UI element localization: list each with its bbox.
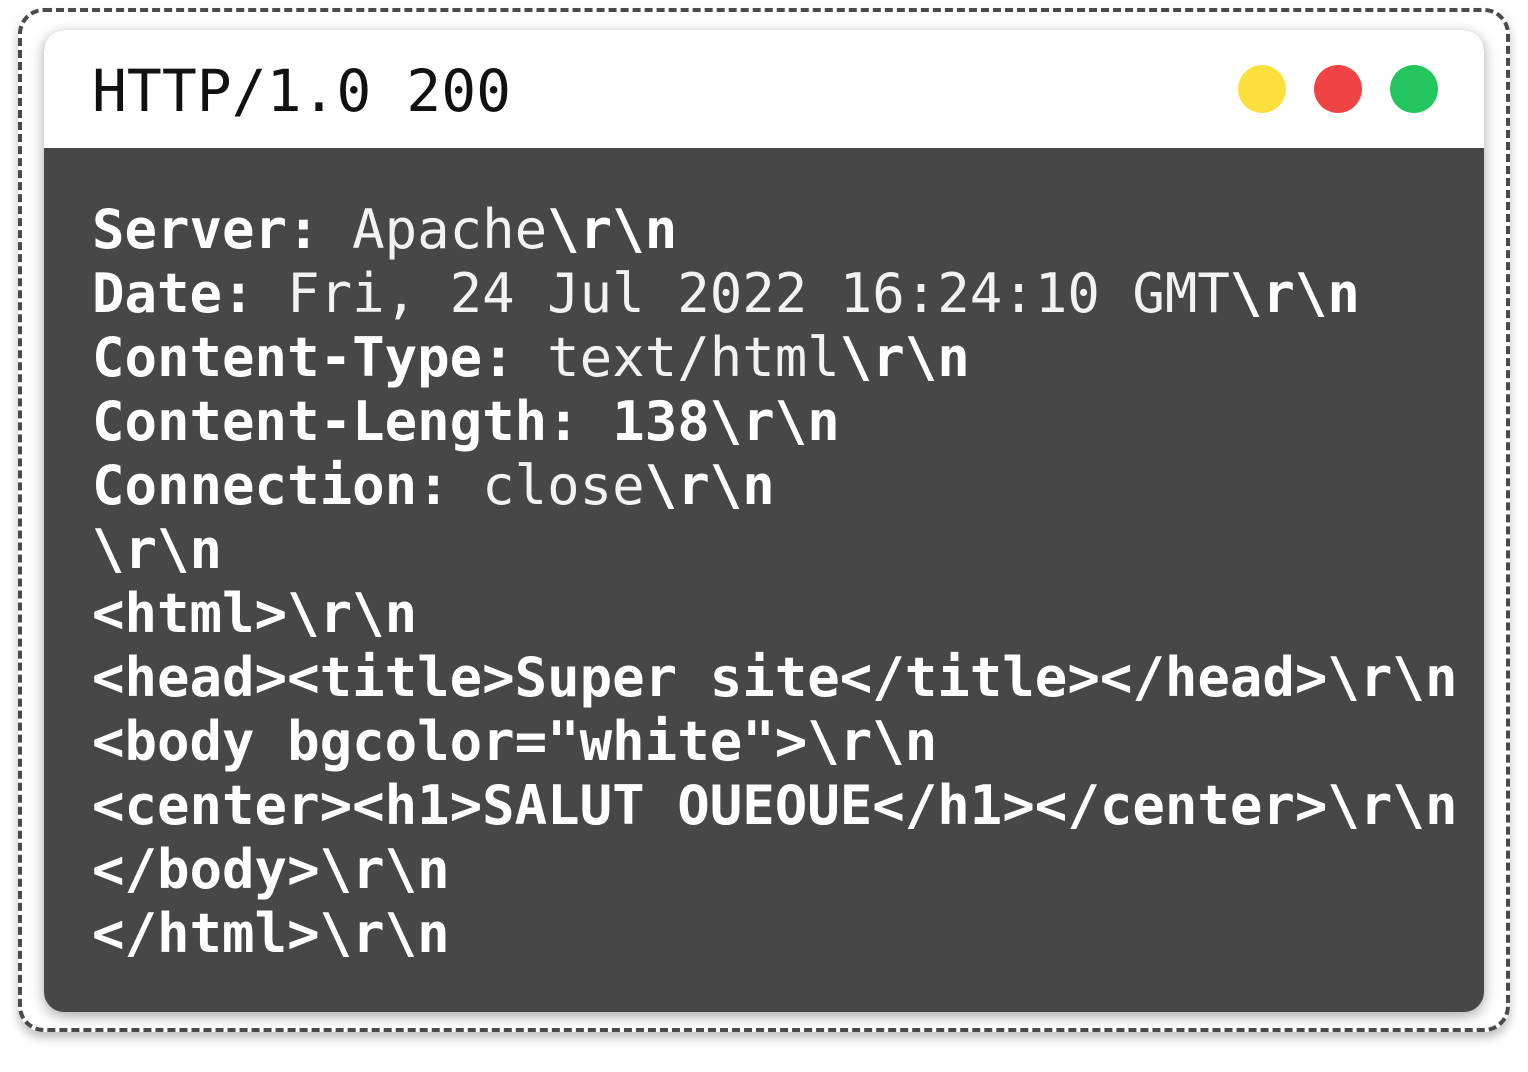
terminal-window: HTTP/1.0 200 Server: Apache\r\n Date: Fr… <box>44 30 1484 1012</box>
header-line-date: Date: Fri, 24 Jul 2022 16:24:10 GMT\r\n <box>92 262 1462 326</box>
body-line: </html>\r\n <box>92 902 450 965</box>
line-ending: \r\n <box>644 454 775 517</box>
line-ending: \r\n <box>839 326 970 389</box>
header-key: Connection: <box>92 454 450 517</box>
header-key: Content-Length: <box>92 390 580 453</box>
response-content: Server: Apache\r\n Date: Fri, 24 Jul 202… <box>92 198 1462 966</box>
line-ending: \r\n <box>709 390 840 453</box>
header-value: text/html <box>547 326 840 389</box>
line-ending: \r\n <box>1229 262 1360 325</box>
header-key: Date: <box>92 262 255 325</box>
title-bar: HTTP/1.0 200 <box>44 30 1484 148</box>
header-line-content-length: Content-Length: 138\r\n <box>92 390 1462 454</box>
header-line-content-type: Content-Type: text/html\r\n <box>92 326 1462 390</box>
header-value: Apache <box>352 198 548 261</box>
body-line: <html>\r\n <box>92 582 418 645</box>
line-ending: \r\n <box>547 198 678 261</box>
red-dot-icon[interactable] <box>1314 65 1362 113</box>
window-controls <box>1238 65 1438 113</box>
header-value: 138 <box>612 390 710 453</box>
header-line-server: Server: Apache\r\n <box>92 198 1462 262</box>
header-key: Server: <box>92 198 320 261</box>
yellow-dot-icon[interactable] <box>1238 65 1286 113</box>
body-line: <center><h1>SALUT OUEOUE</h1></center>\r… <box>92 774 1458 837</box>
header-line-connection: Connection: close\r\n <box>92 454 1462 518</box>
header-value: close <box>482 454 645 517</box>
body-line: <body bgcolor="white">\r\n <box>92 710 938 773</box>
header-key: Content-Type: <box>92 326 515 389</box>
header-value: Fri, 24 Jul 2022 16:24:10 GMT <box>287 262 1230 325</box>
blank-line: \r\n <box>92 518 223 581</box>
body-line: <head><title>Super site</title></head>\r… <box>92 646 1458 709</box>
status-line-title: HTTP/1.0 200 <box>92 57 512 125</box>
green-dot-icon[interactable] <box>1390 65 1438 113</box>
body-line: </body>\r\n <box>92 838 450 901</box>
